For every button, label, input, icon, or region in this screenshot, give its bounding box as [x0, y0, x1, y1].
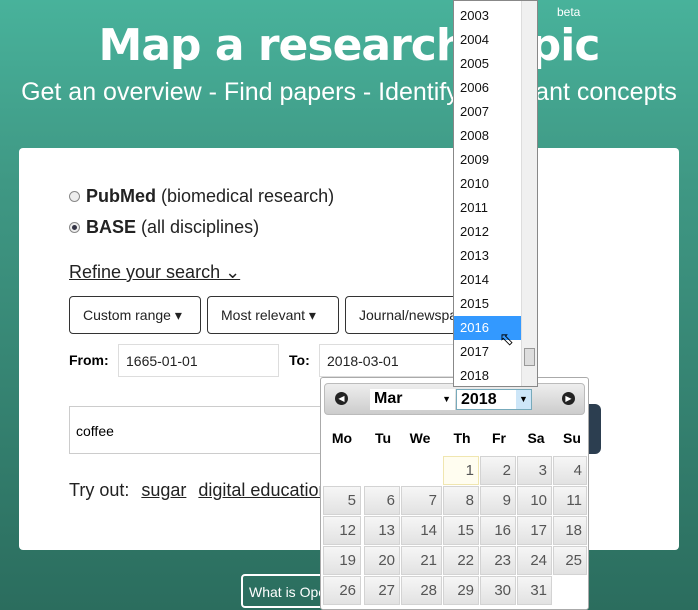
beta-badge: beta [557, 5, 581, 19]
month-value: Mar [374, 390, 403, 407]
day-cell[interactable]: 1 [443, 456, 479, 485]
year-select[interactable]: 2018 ▼ [456, 389, 532, 410]
page-subtitle: Get an overview - Find papers - Identify… [21, 78, 677, 106]
day-cell[interactable]: 15 [443, 516, 479, 545]
source-base-radio[interactable]: BASE (all disciplines) [69, 217, 259, 238]
date-range-dropdown[interactable]: Custom range ▾ [69, 296, 201, 334]
source-name: PubMed [86, 186, 156, 206]
day-cell[interactable]: 28 [401, 576, 442, 605]
radio-checked-icon [69, 222, 80, 233]
day-cell[interactable]: 25 [553, 546, 587, 575]
day-cell[interactable]: 22 [443, 546, 479, 575]
day-cell[interactable]: 18 [553, 516, 587, 545]
day-cell[interactable]: 16 [480, 516, 516, 545]
chevron-down-icon: ▼ [442, 394, 451, 404]
day-cell[interactable]: 10 [517, 486, 552, 515]
day-cell[interactable]: 9 [480, 486, 516, 515]
chevron-down-icon: ▼ [516, 390, 531, 409]
day-cell[interactable]: 5 [323, 486, 361, 515]
radio-icon [69, 191, 80, 202]
day-cell[interactable]: 6 [364, 486, 400, 515]
year-dropdown-list[interactable]: 2003 2004 2005 2006 2007 2008 2009 2010 2011 2012… [453, 0, 538, 387]
source-name: BASE [86, 217, 137, 237]
day-cell[interactable]: 4 [553, 456, 587, 485]
scrollbar[interactable] [521, 1, 537, 386]
sort-dropdown[interactable]: Most relevant ▾ [207, 296, 339, 334]
page-title: Map a research topic [98, 20, 601, 71]
day-cell[interactable]: 26 [323, 576, 361, 605]
day-cell[interactable]: 21 [401, 546, 442, 575]
day-cell[interactable]: 19 [323, 546, 361, 575]
month-select[interactable]: Mar ▼ [370, 389, 455, 410]
from-label: From: [69, 352, 109, 368]
to-label: To: [289, 352, 310, 368]
weekday-header: Su [563, 430, 581, 446]
weekday-header: Mo [331, 430, 353, 446]
day-cell[interactable]: 7 [401, 486, 442, 515]
day-cell[interactable]: 3 [517, 456, 552, 485]
day-cell[interactable]: 23 [480, 546, 516, 575]
scrollbar-thumb[interactable] [524, 348, 535, 366]
source-desc: (biomedical research) [161, 186, 335, 206]
to-date-input[interactable]: 2018-03-01 [319, 344, 459, 377]
weekday-header: Fr [492, 430, 506, 446]
day-cell[interactable]: 31 [517, 576, 552, 605]
example-link[interactable]: sugar [141, 480, 186, 500]
prev-month-icon[interactable]: ◀ [335, 392, 348, 405]
day-cell[interactable]: 14 [401, 516, 442, 545]
cursor-icon: ⬁ [499, 329, 515, 349]
datepicker: ◀ Mar ▼ 2018 ▼ ▶ Mo Tu We Th Fr Sa Su 1 2 3 4 5 6 7 8 9 10… [320, 377, 589, 610]
weekday-header: We [409, 430, 431, 446]
source-pubmed-radio[interactable]: PubMed (biomedical research) [69, 186, 334, 207]
try-out-label: Try out: [69, 480, 130, 500]
weekday-header: Tu [374, 430, 392, 446]
year-value: 2018 [461, 391, 497, 408]
datepicker-header: ◀ Mar ▼ 2018 ▼ ▶ [324, 383, 585, 415]
day-cell[interactable]: 20 [364, 546, 400, 575]
refine-search-toggle[interactable]: Refine your search ⌄ [69, 262, 240, 283]
day-cell[interactable]: 11 [553, 486, 587, 515]
next-month-icon[interactable]: ▶ [562, 392, 575, 405]
day-cell[interactable]: 27 [364, 576, 400, 605]
day-cell[interactable]: 30 [480, 576, 516, 605]
day-cell[interactable]: 17 [517, 516, 552, 545]
weekday-header: Sa [527, 430, 545, 446]
day-cell[interactable]: 12 [323, 516, 361, 545]
day-cell[interactable]: 2 [480, 456, 516, 485]
try-out: Try out: sugar digital education [69, 480, 329, 501]
day-cell[interactable]: 13 [364, 516, 400, 545]
day-cell[interactable]: 24 [517, 546, 552, 575]
day-cell[interactable]: 29 [443, 576, 479, 605]
example-link[interactable]: digital education [198, 480, 328, 500]
source-desc: (all disciplines) [141, 217, 260, 237]
doc-type-dropdown[interactable]: Journal/newspaper [345, 296, 465, 334]
from-date-input[interactable]: 1665-01-01 [118, 344, 279, 377]
day-cell[interactable]: 8 [443, 486, 479, 515]
weekday-header: Th [453, 430, 471, 446]
